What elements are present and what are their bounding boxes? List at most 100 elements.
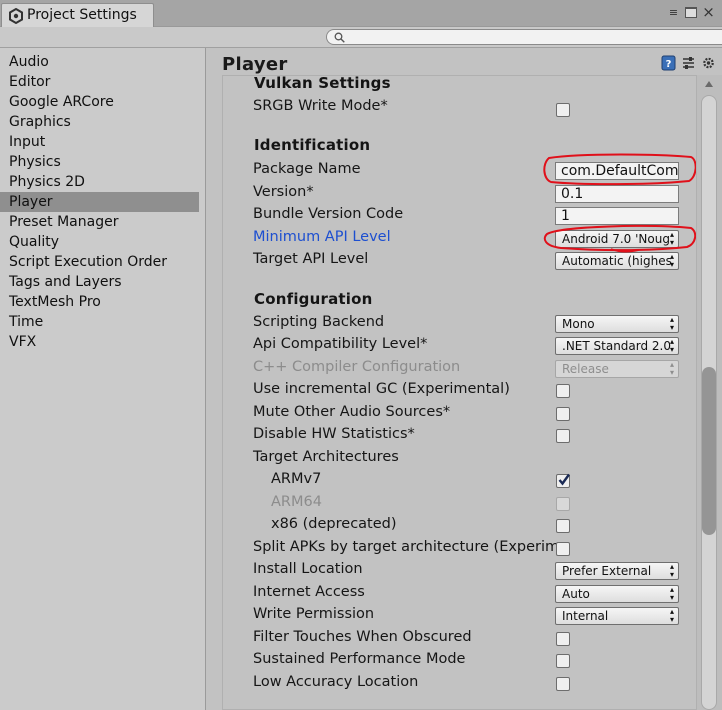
dropdown-arrow-icon: ▴ ▾ — [669, 315, 674, 332]
api-compatibility-level-dropdown[interactable]: .NET Standard 2.0 ▴ ▾ — [555, 337, 679, 355]
sidebar-item-input[interactable]: Input — [0, 132, 199, 152]
target-api-level-label: Target API Level — [253, 251, 369, 267]
write-permission-label: Write Permission — [253, 606, 375, 622]
sidebar-item-editor[interactable]: Editor — [0, 72, 199, 92]
split-apks-label: Split APKs by target architecture (Exper… — [253, 539, 563, 555]
incremental-gc-label: Use incremental GC (Experimental) — [253, 381, 510, 397]
target-api-level-value: Automatic (highes — [562, 254, 672, 268]
minimum-api-level-value: Android 7.0 'Noug — [562, 232, 670, 246]
maximize-icon[interactable] — [685, 7, 697, 18]
target-api-level-dropdown[interactable]: Automatic (highes ▴ ▾ — [555, 252, 679, 270]
sidebar-item-preset-manager[interactable]: Preset Manager — [0, 212, 199, 232]
x86-checkbox[interactable] — [556, 519, 570, 533]
write-permission-dropdown[interactable]: Internal ▴ ▾ — [555, 607, 679, 625]
low-accuracy-location-checkbox[interactable] — [556, 677, 570, 691]
svg-text:?: ? — [666, 59, 672, 70]
srgb-write-mode-checkbox[interactable] — [556, 103, 570, 117]
sidebar-item-player[interactable]: Player — [0, 192, 199, 212]
scroll-up-icon[interactable] — [704, 79, 714, 89]
disable-hw-statistics-checkbox[interactable] — [556, 429, 570, 443]
gear-icon — [9, 8, 23, 24]
preset-icon[interactable] — [681, 55, 696, 71]
api-compatibility-level-label: Api Compatibility Level* — [253, 336, 428, 352]
dropdown-arrow-icon: ▴ ▾ — [669, 230, 674, 247]
gear-icon[interactable] — [701, 55, 716, 71]
identification-header: Identification — [254, 136, 371, 154]
settings-scroll-area[interactable]: Vulkan Settings SRGB Write Mode* Identif… — [222, 75, 697, 710]
bundle-version-code-field[interactable]: 1 — [555, 207, 679, 225]
bundle-version-code-label: Bundle Version Code — [253, 206, 404, 222]
arm64-label: ARM64 — [271, 494, 322, 510]
window-tabbar: Project Settings ≡ × — [0, 0, 722, 27]
scripting-backend-label: Scripting Backend — [253, 314, 385, 330]
sustained-performance-checkbox[interactable] — [556, 654, 570, 668]
filter-touches-label: Filter Touches When Obscured — [253, 629, 472, 645]
armv7-checkbox[interactable] — [556, 473, 570, 488]
mute-audio-sources-checkbox[interactable] — [556, 407, 570, 421]
cpp-compiler-configuration-dropdown: Release ▴ ▾ — [555, 360, 679, 378]
mute-audio-sources-label: Mute Other Audio Sources* — [253, 404, 451, 420]
minimum-api-level-dropdown[interactable]: Android 7.0 'Noug ▴ ▾ — [555, 230, 679, 248]
scripting-backend-value: Mono — [562, 317, 595, 331]
sidebar-item-graphics[interactable]: Graphics — [0, 112, 199, 132]
x86-label: x86 (deprecated) — [271, 516, 397, 532]
arm64-checkbox — [556, 497, 570, 511]
version-label: Version* — [253, 184, 314, 200]
internet-access-dropdown[interactable]: Auto ▴ ▾ — [555, 585, 679, 603]
minimum-api-level-label[interactable]: Minimum API Level — [253, 229, 391, 245]
sidebar-item-vfx[interactable]: VFX — [0, 332, 199, 352]
cpp-compiler-configuration-label: C++ Compiler Configuration — [253, 359, 461, 375]
search-icon — [334, 32, 345, 43]
install-location-value: Prefer External — [562, 564, 652, 578]
settings-sidebar: Audio Editor Google ARCore Graphics Inpu… — [0, 48, 206, 710]
sidebar-item-script-execution-order[interactable]: Script Execution Order — [0, 252, 199, 272]
tab-title: Project Settings — [27, 7, 137, 23]
panel-header-icons: ? — [661, 55, 716, 71]
sidebar-item-textmesh-pro[interactable]: TextMesh Pro — [0, 292, 199, 312]
window-controls: ≡ × — [666, 5, 716, 20]
api-compatibility-level-value: .NET Standard 2.0 — [562, 339, 672, 353]
scroll-thumb[interactable] — [702, 367, 716, 535]
dropdown-arrow-icon: ▴ ▾ — [669, 252, 674, 269]
sidebar-item-tags-and-layers[interactable]: Tags and Layers — [0, 272, 199, 292]
close-icon[interactable]: × — [701, 5, 716, 20]
low-accuracy-location-label: Low Accuracy Location — [253, 674, 419, 690]
dropdown-arrow-icon: ▴ ▾ — [669, 562, 674, 579]
cpp-compiler-configuration-value: Release — [562, 362, 609, 376]
dropdown-arrow-icon: ▴ ▾ — [669, 607, 674, 624]
install-location-label: Install Location — [253, 561, 363, 577]
help-icon[interactable]: ? — [661, 55, 676, 71]
configuration-header: Configuration — [254, 290, 373, 308]
search-input[interactable] — [326, 29, 722, 45]
menu-icon[interactable]: ≡ — [666, 5, 681, 20]
sidebar-item-quality[interactable]: Quality — [0, 232, 199, 252]
incremental-gc-checkbox[interactable] — [556, 384, 570, 398]
sustained-performance-label: Sustained Performance Mode — [253, 651, 466, 667]
dropdown-arrow-icon: ▴ ▾ — [669, 337, 674, 354]
sidebar-item-physics-2d[interactable]: Physics 2D — [0, 172, 199, 192]
scripting-backend-dropdown[interactable]: Mono ▴ ▾ — [555, 315, 679, 333]
package-name-label: Package Name — [253, 161, 361, 177]
filter-touches-checkbox[interactable] — [556, 632, 570, 646]
armv7-label: ARMv7 — [271, 471, 322, 487]
sidebar-item-google-arcore[interactable]: Google ARCore — [0, 92, 199, 112]
sidebar-item-audio[interactable]: Audio — [0, 52, 199, 72]
target-architectures-label: Target Architectures — [253, 449, 399, 465]
internet-access-value: Auto — [562, 587, 590, 601]
srgb-write-mode-label: SRGB Write Mode* — [253, 98, 388, 114]
check-icon — [558, 473, 570, 486]
sidebar-item-time[interactable]: Time — [0, 312, 199, 332]
vertical-scrollbar[interactable] — [697, 75, 722, 710]
package-name-field[interactable]: com.DefaultCom — [555, 162, 679, 180]
project-settings-tab[interactable]: Project Settings — [1, 3, 154, 27]
split-apks-checkbox[interactable] — [556, 542, 570, 556]
sidebar-item-physics[interactable]: Physics — [0, 152, 199, 172]
version-field[interactable]: 0.1 — [555, 185, 679, 203]
write-permission-value: Internal — [562, 609, 609, 623]
player-settings-panel: Player ? Vulkan Settings SRGB Write Mode… — [207, 48, 722, 710]
install-location-dropdown[interactable]: Prefer External ▴ ▾ — [555, 562, 679, 580]
disable-hw-statistics-label: Disable HW Statistics* — [253, 426, 415, 442]
internet-access-label: Internet Access — [253, 584, 365, 600]
dropdown-arrow-icon: ▴ ▾ — [669, 360, 674, 377]
page-title: Player — [222, 54, 288, 75]
